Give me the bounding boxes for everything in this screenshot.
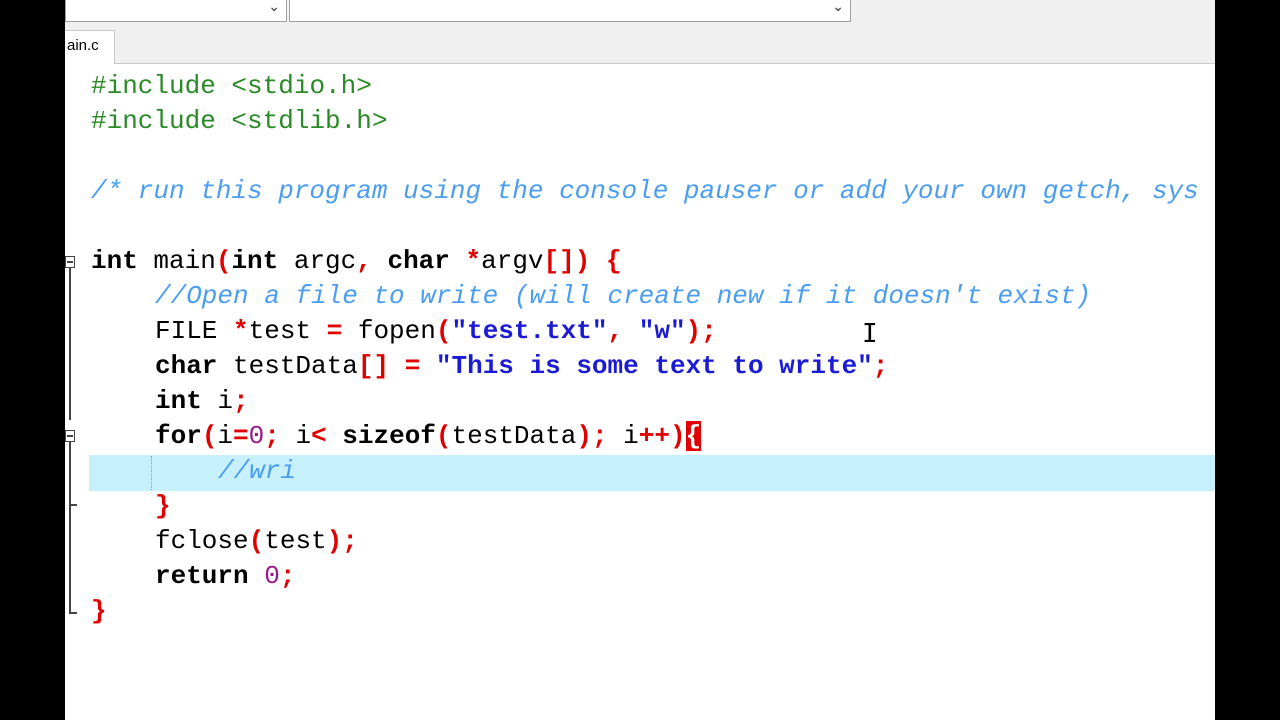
code-line-8: FILE *test = fopen("test.txt", "w"); bbox=[155, 316, 717, 346]
matched-brace: { bbox=[685, 421, 702, 451]
fold-toggle-icon[interactable] bbox=[65, 256, 75, 268]
code-line-12-current[interactable]: //wri bbox=[218, 454, 296, 489]
code-line-2: #include <stdlib.h> bbox=[91, 106, 388, 136]
tab-main-c[interactable]: ain.c bbox=[65, 30, 115, 64]
screen-border bbox=[1215, 0, 1280, 720]
chevron-down-icon[interactable]: ⌄ bbox=[268, 0, 280, 15]
code-line-1: #include <stdio.h> bbox=[91, 71, 372, 101]
code-line-15: return 0; bbox=[155, 561, 296, 591]
fold-end-marker bbox=[69, 612, 77, 614]
fold-toggle-icon[interactable] bbox=[65, 430, 75, 442]
ibeam-cursor-icon: I bbox=[862, 319, 878, 349]
code-line-7: //Open a file to write (will create new … bbox=[155, 281, 1092, 311]
code-line-9: char testData[] = "This is some text to … bbox=[155, 351, 889, 381]
code-line-11: for(i=0; i< sizeof(testData); i++){ bbox=[155, 421, 702, 451]
scope-dropdown[interactable]: ⌄ bbox=[65, 0, 287, 22]
chevron-down-icon[interactable]: ⌄ bbox=[832, 0, 844, 15]
code-editor[interactable]: #include <stdio.h> #include <stdlib.h> /… bbox=[65, 64, 1215, 720]
toolbar: ⌄ ⌄ bbox=[65, 0, 1215, 30]
code-line-10: int i; bbox=[155, 386, 249, 416]
code-line-6: int main(int argc, char *argv[]) { bbox=[91, 246, 622, 276]
fold-line bbox=[69, 504, 71, 612]
fold-line bbox=[69, 442, 71, 504]
code-line-14: fclose(test); bbox=[155, 526, 358, 556]
tab-bar: ain.c bbox=[65, 30, 1215, 64]
fold-line bbox=[69, 268, 71, 420]
indent-guide bbox=[151, 456, 152, 490]
code-line-13: } bbox=[155, 491, 171, 521]
tab-label: ain.c bbox=[67, 37, 99, 54]
code-line-4: /* run this program using the console pa… bbox=[91, 176, 1199, 206]
code-line-16: } bbox=[91, 596, 107, 626]
editor-window: ⌄ ⌄ ain.c #include <stdio.h> #include <s… bbox=[65, 0, 1215, 720]
symbol-dropdown[interactable]: ⌄ bbox=[289, 0, 851, 22]
